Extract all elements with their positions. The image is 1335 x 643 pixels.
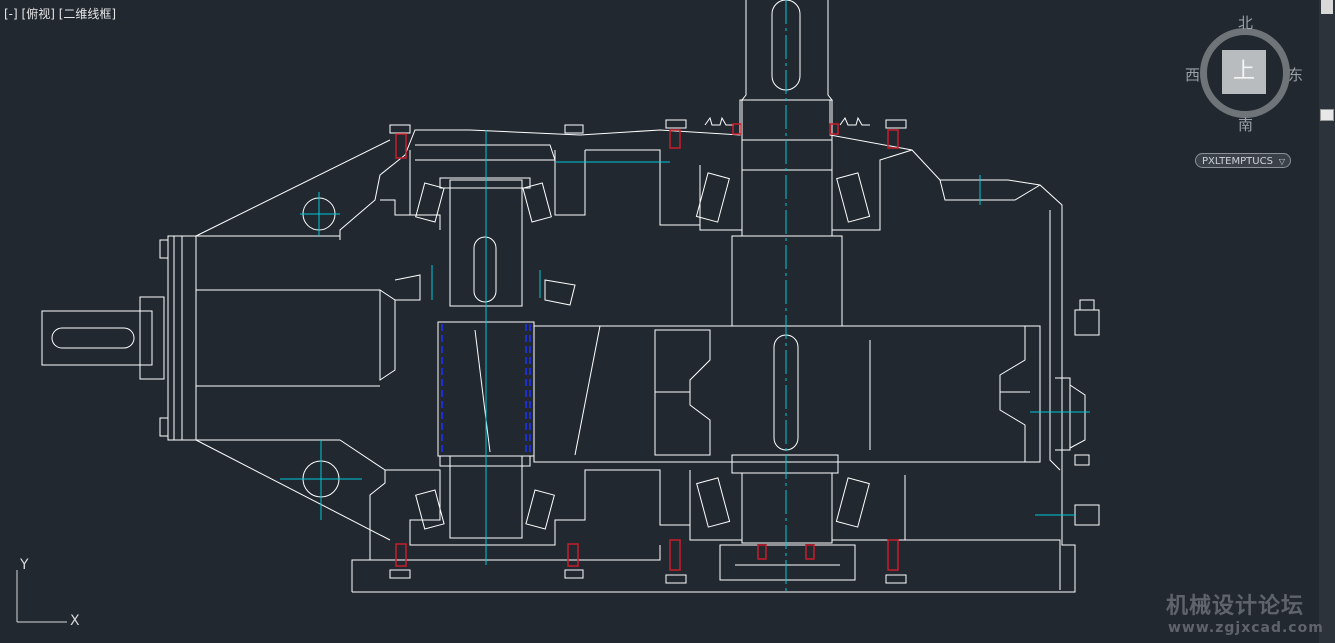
output-shaft <box>740 0 834 101</box>
bolt <box>395 133 407 159</box>
compass-south[interactable]: 南 <box>1238 114 1253 135</box>
compass-north[interactable]: 北 <box>1238 12 1253 33</box>
ucs-dropdown[interactable]: PXLTEMPTUCS ▽ <box>1195 153 1291 168</box>
ucs-x-label: X <box>70 613 80 629</box>
watermark-title: 机械设计论坛 <box>1166 594 1305 619</box>
viewport-controls: [-] [俯视] [二维线框] <box>4 5 116 22</box>
pinion-keyway <box>473 236 497 303</box>
viewcube[interactable]: 北 南 西 东 上 <box>1180 10 1310 140</box>
bull-gear <box>533 325 1041 463</box>
viewport-menu-button[interactable]: [-] <box>4 7 18 21</box>
vertical-scrollbar[interactable] <box>1319 0 1335 643</box>
scroll-up-button[interactable] <box>1321 0 1333 14</box>
input-shaft <box>41 310 153 366</box>
drawing-canvas[interactable] <box>0 0 1335 643</box>
ucs-y-label: Y <box>19 557 29 573</box>
visual-style-button[interactable]: [二维线框] <box>59 7 116 21</box>
watermark-url: www.zgjxcad.com <box>1168 620 1324 636</box>
compass-east[interactable]: 东 <box>1288 64 1303 85</box>
compass-west[interactable]: 西 <box>1185 64 1200 85</box>
chevron-down-icon: ▽ <box>1278 157 1285 166</box>
input-shaft-key <box>51 327 135 349</box>
viewcube-top-face[interactable]: 上 <box>1222 50 1266 94</box>
view-name-button[interactable]: [俯视] <box>22 7 55 21</box>
ucs-axis-icon: Y X <box>16 557 80 629</box>
ucs-dropdown-label: PXLTEMPTUCS <box>1202 156 1273 167</box>
scroll-thumb[interactable] <box>1320 109 1334 121</box>
